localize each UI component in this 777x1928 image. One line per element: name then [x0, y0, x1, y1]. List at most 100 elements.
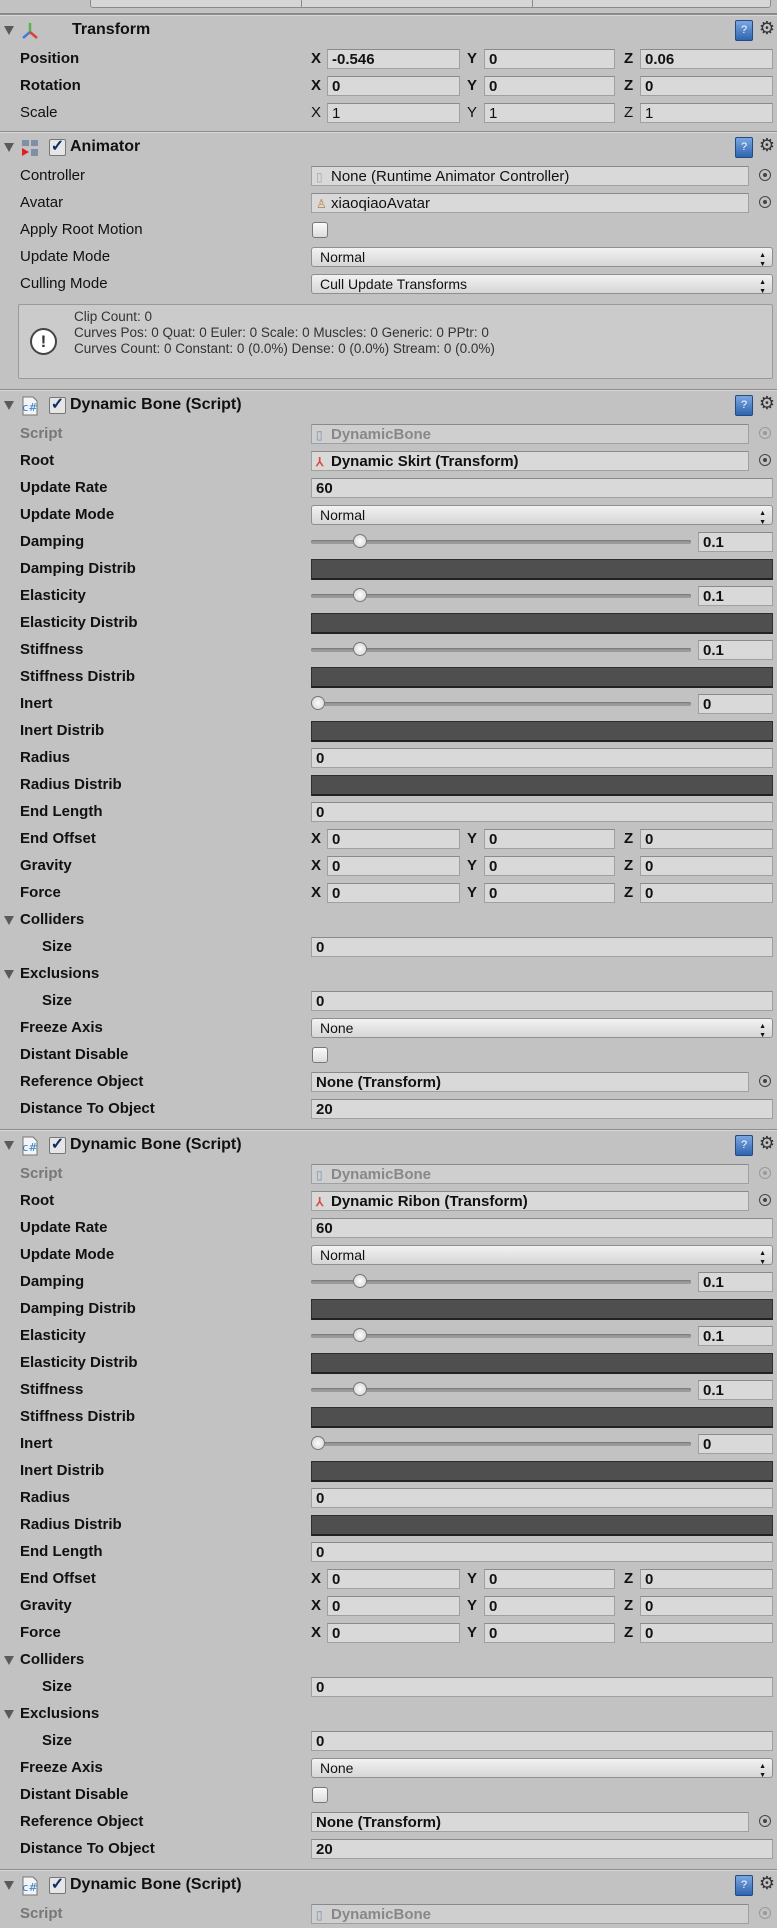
slider-track[interactable]: [311, 588, 691, 602]
number-field[interactable]: 0: [311, 802, 773, 822]
z-field[interactable]: 1: [640, 103, 773, 123]
dropdown[interactable]: None ▲ ▼: [311, 1758, 773, 1779]
y-field[interactable]: 0: [484, 856, 615, 876]
y-field[interactable]: 0: [484, 76, 615, 96]
help-book-icon[interactable]: ?: [735, 1135, 753, 1156]
curve-field[interactable]: [311, 613, 773, 634]
dropdown[interactable]: Cull Update Transforms ▲ ▼: [311, 274, 773, 295]
help-book-icon[interactable]: ?: [735, 137, 753, 158]
x-field[interactable]: 0: [327, 1596, 460, 1616]
slider-value-field[interactable]: 0.1: [698, 586, 773, 606]
foldout-arrow-icon[interactable]: [4, 1881, 14, 1890]
curve-field[interactable]: [311, 559, 773, 580]
component-header[interactable]: c# ✓ Dynamic Bone (Script)? ⚙: [0, 390, 777, 421]
curve-field[interactable]: [311, 1299, 773, 1320]
z-field[interactable]: 0: [640, 829, 773, 849]
x-field[interactable]: 0: [327, 1623, 460, 1643]
gear-icon[interactable]: ⚙: [759, 1873, 775, 1894]
z-field[interactable]: 0: [640, 1596, 773, 1616]
slider-value-field[interactable]: 0.1: [698, 1272, 773, 1292]
curve-field[interactable]: [311, 1353, 773, 1374]
slider-value-field[interactable]: 0.1: [698, 532, 773, 552]
y-field[interactable]: 0: [484, 1623, 615, 1643]
x-field[interactable]: 0: [327, 1569, 460, 1589]
z-field[interactable]: 0: [640, 1569, 773, 1589]
number-field[interactable]: 0: [311, 1677, 773, 1697]
foldout-arrow-icon[interactable]: [4, 401, 14, 410]
object-picker-icon[interactable]: [759, 1815, 771, 1827]
slider-thumb[interactable]: [353, 534, 368, 548]
object-field[interactable]: ⅄ Dynamic Skirt (Transform): [311, 451, 749, 471]
slider-value-field[interactable]: 0.1: [698, 640, 773, 660]
curve-field[interactable]: [311, 1515, 773, 1536]
slider-track[interactable]: [311, 534, 691, 548]
number-field[interactable]: 20: [311, 1099, 773, 1119]
number-field[interactable]: 0: [311, 991, 773, 1011]
z-field[interactable]: 0: [640, 76, 773, 96]
y-field[interactable]: 0: [484, 49, 615, 69]
foldout-arrow-icon[interactable]: [4, 26, 14, 35]
slider-thumb[interactable]: [353, 1274, 368, 1288]
number-field[interactable]: 0: [311, 937, 773, 957]
foldout-arrow-icon[interactable]: [4, 1141, 14, 1150]
enabled-checkbox[interactable]: ✓: [49, 1877, 66, 1894]
number-field[interactable]: 0: [311, 748, 773, 768]
component-header[interactable]: c# ✓ Dynamic Bone (Script)? ⚙: [0, 1870, 777, 1901]
foldout-arrow-icon[interactable]: [4, 970, 14, 979]
enabled-checkbox[interactable]: ✓: [49, 1137, 66, 1154]
dropdown[interactable]: Normal ▲ ▼: [311, 1245, 773, 1266]
object-picker-icon[interactable]: [759, 169, 771, 181]
top-tabs[interactable]: [90, 0, 771, 8]
slider-value-field[interactable]: 0: [698, 1434, 773, 1454]
help-book-icon[interactable]: ?: [735, 20, 753, 41]
x-field[interactable]: 0: [327, 856, 460, 876]
dropdown[interactable]: None ▲ ▼: [311, 1018, 773, 1039]
number-field[interactable]: 60: [311, 1218, 773, 1238]
help-book-icon[interactable]: ?: [735, 1875, 753, 1896]
x-field[interactable]: -0.546: [327, 49, 460, 69]
z-field[interactable]: 0: [640, 1623, 773, 1643]
number-field[interactable]: 20: [311, 1839, 773, 1859]
object-picker-icon[interactable]: [759, 454, 771, 466]
checkbox[interactable]: [312, 222, 328, 238]
object-picker-icon[interactable]: [759, 1075, 771, 1087]
x-field[interactable]: 1: [327, 103, 460, 123]
curve-field[interactable]: [311, 721, 773, 742]
foldout-arrow-icon[interactable]: [4, 916, 14, 925]
object-field[interactable]: ▯ None (Runtime Animator Controller): [311, 166, 749, 186]
foldout-arrow-icon[interactable]: [4, 143, 14, 152]
slider-thumb[interactable]: [353, 588, 368, 602]
z-field[interactable]: 0.06: [640, 49, 773, 69]
y-field[interactable]: 1: [484, 103, 615, 123]
component-header[interactable]: ✓ Animator? ⚙: [0, 132, 777, 163]
y-field[interactable]: 0: [484, 1569, 615, 1589]
object-picker-icon[interactable]: [759, 196, 771, 208]
x-field[interactable]: 0: [327, 883, 460, 903]
object-field[interactable]: ⅄ Dynamic Ribon (Transform): [311, 1191, 749, 1211]
z-field[interactable]: 0: [640, 856, 773, 876]
enabled-checkbox[interactable]: ✓: [49, 397, 66, 414]
curve-field[interactable]: [311, 667, 773, 688]
help-book-icon[interactable]: ?: [735, 395, 753, 416]
gear-icon[interactable]: ⚙: [759, 18, 775, 39]
y-field[interactable]: 0: [484, 829, 615, 849]
z-field[interactable]: 0: [640, 883, 773, 903]
number-field[interactable]: 60: [311, 478, 773, 498]
object-picker-icon[interactable]: [759, 1194, 771, 1206]
gear-icon[interactable]: ⚙: [759, 135, 775, 156]
slider-thumb[interactable]: [311, 696, 325, 710]
slider-value-field[interactable]: 0.1: [698, 1380, 773, 1400]
slider-thumb[interactable]: [353, 1328, 368, 1342]
slider-track[interactable]: [311, 696, 691, 710]
object-field[interactable]: None (Transform): [311, 1072, 749, 1092]
x-field[interactable]: 0: [327, 76, 460, 96]
curve-field[interactable]: [311, 1461, 773, 1482]
number-field[interactable]: 0: [311, 1488, 773, 1508]
object-field[interactable]: None (Transform): [311, 1812, 749, 1832]
slider-value-field[interactable]: 0: [698, 694, 773, 714]
foldout-arrow-icon[interactable]: [4, 1710, 14, 1719]
number-field[interactable]: 0: [311, 1542, 773, 1562]
number-field[interactable]: 0: [311, 1731, 773, 1751]
slider-thumb[interactable]: [353, 1382, 368, 1396]
slider-track[interactable]: [311, 1436, 691, 1450]
